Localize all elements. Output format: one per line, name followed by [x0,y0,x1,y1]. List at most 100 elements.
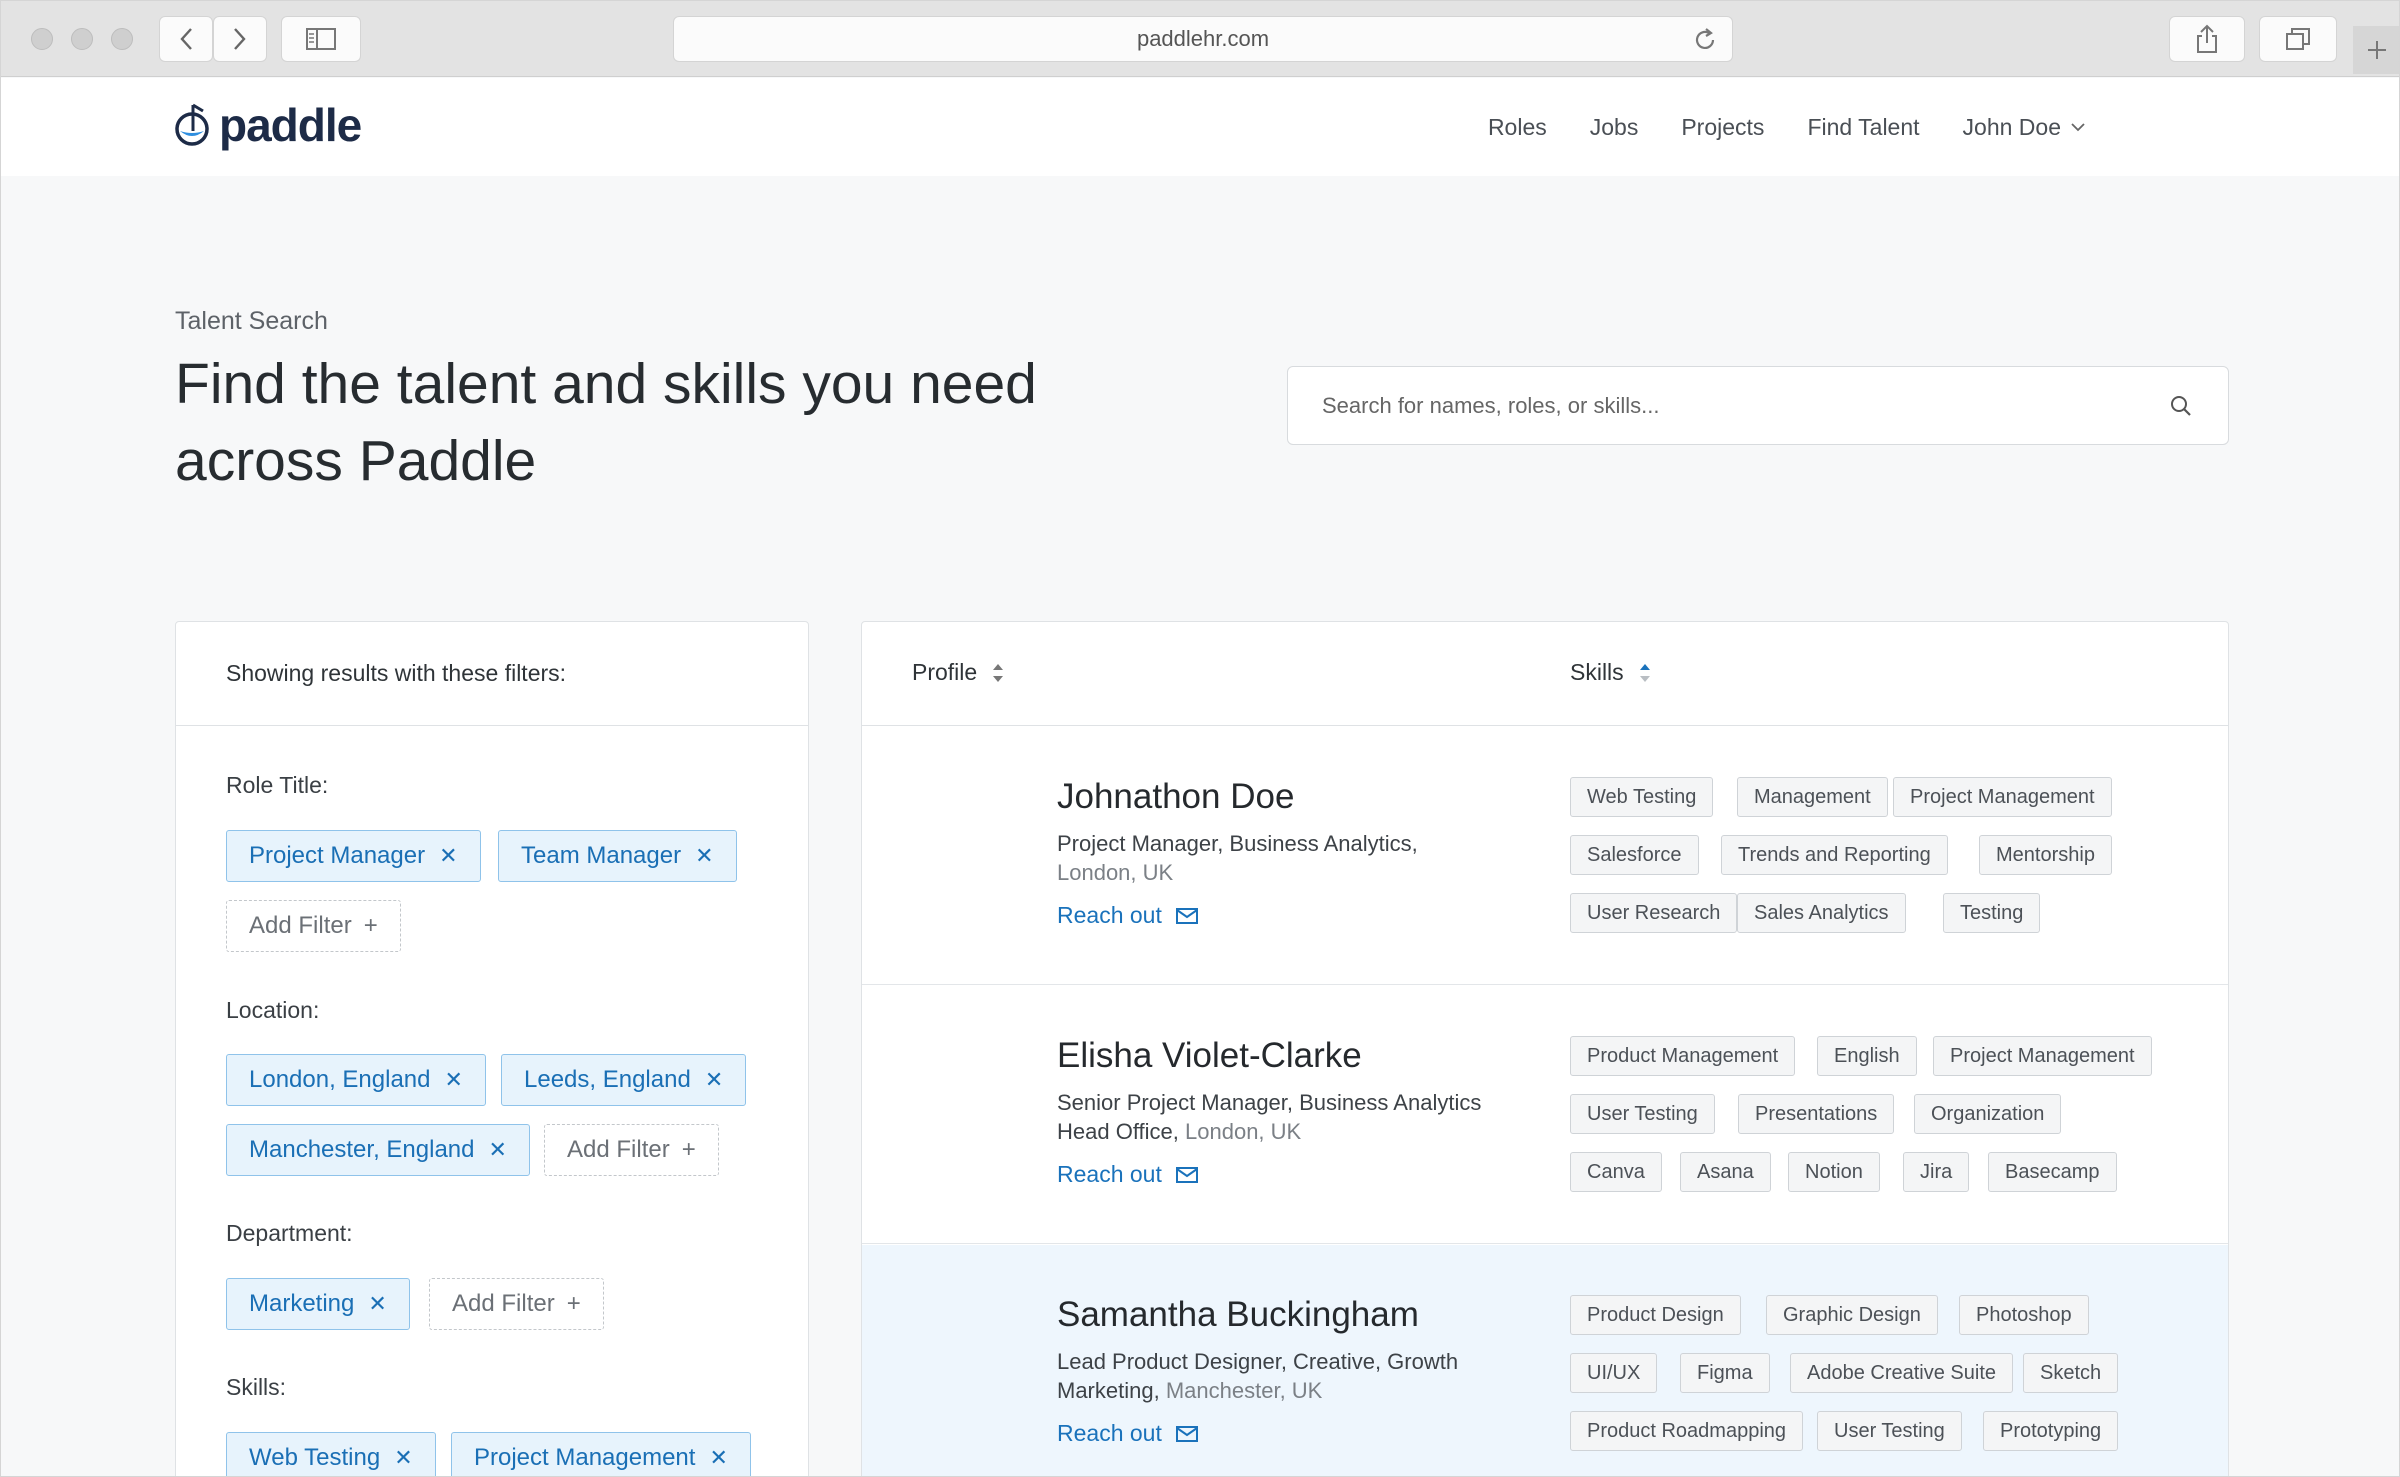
add-filter-button[interactable]: Add Filter + [544,1124,719,1176]
filter-label-department: Department: [226,1220,353,1246]
reach-out-link[interactable]: Reach out [1057,1420,1198,1447]
search-icon[interactable] [2170,395,2192,417]
filter-chip[interactable]: Marketing ✕ [226,1278,410,1330]
skill-tag: Notion [1788,1152,1880,1192]
results-header: Profile Skills [862,622,2228,726]
search-input[interactable] [1322,392,2122,419]
skill-tag: Product Design [1570,1295,1741,1335]
site-header: paddle Roles Jobs Projects Find Talent J… [1,78,2399,176]
remove-chip-icon[interactable]: ✕ [695,843,713,869]
person-role: Lead Product Designer, Creative, Growth … [1057,1347,1517,1405]
minimize-window-button[interactable] [71,28,93,50]
person-name[interactable]: Samantha Buckingham [1057,1295,1419,1335]
brand-name: paddle [219,99,362,151]
chevron-left-icon [180,28,192,50]
person-role: Project Manager, Business Analytics, Lon… [1057,829,1517,887]
nav-link-find-talent[interactable]: Find Talent [1807,114,1919,141]
zoom-window-button[interactable] [111,28,133,50]
share-button[interactable] [2169,16,2245,62]
remove-chip-icon[interactable]: ✕ [445,1067,463,1093]
reach-out-label: Reach out [1057,1420,1162,1446]
mail-icon [1175,1166,1198,1183]
filter-chip[interactable]: Manchester, England ✕ [226,1124,530,1176]
filter-chip[interactable]: Leeds, England ✕ [501,1054,747,1106]
skill-tag: Product Management [1570,1036,1796,1076]
filters-heading: Showing results with these filters: [176,622,808,726]
browser-toolbar: paddlehr.com [1,1,2399,77]
nav-link-projects[interactable]: Projects [1681,114,1764,141]
filter-chip[interactable]: London, England ✕ [226,1054,486,1106]
paddle-logo-icon [175,103,209,146]
remove-chip-icon[interactable]: ✕ [368,1291,386,1317]
add-filter-button[interactable]: Add Filter + [429,1278,604,1330]
skill-tag: Prototyping [1983,1411,2119,1451]
sort-ascending-icon [1639,663,1650,682]
new-tab-button[interactable] [2353,26,2399,74]
person-name[interactable]: Elisha Violet-Clarke [1057,1036,1362,1076]
skill-tag: Presentations [1738,1094,1895,1134]
url-text: paddlehr.com [1136,26,1270,51]
skill-tag: Testing [1943,893,2041,933]
sidebar-toggle-button[interactable] [281,16,361,62]
filter-chip[interactable]: Web Testing ✕ [226,1432,436,1476]
add-filter-label: Add Filter [452,1290,555,1317]
result-row[interactable]: Johnathon Doe Project Manager, Business … [862,727,2228,985]
chevron-right-icon [234,28,246,50]
filter-label-role-title: Role Title: [226,772,329,798]
tabs-overview-button[interactable] [2259,16,2337,62]
tabs-icon [2286,28,2310,50]
forward-button[interactable] [213,16,267,62]
remove-chip-icon[interactable]: ✕ [705,1067,723,1093]
plus-icon [2368,41,2386,59]
close-window-button[interactable] [31,28,53,50]
remove-chip-icon[interactable]: ✕ [439,843,457,869]
skill-tag: Figma [1680,1353,1770,1393]
mail-icon [1175,1425,1198,1442]
skill-tag: UI/UX [1570,1353,1658,1393]
address-bar[interactable]: paddlehr.com [673,16,1733,62]
column-profile-label: Profile [912,659,978,685]
user-menu[interactable]: John Doe [1963,114,2085,141]
filter-label-skills: Skills: [226,1374,287,1400]
skill-tag: Salesforce [1570,835,1699,875]
chip-label: Web Testing [249,1444,381,1471]
paddle-logo[interactable]: paddle [173,98,362,152]
skill-tag: Sales Analytics [1737,893,1906,933]
result-row[interactable]: Samantha Buckingham Lead Product Designe… [862,1245,2228,1476]
nav-link-jobs[interactable]: Jobs [1590,114,1639,141]
skill-tag: Project Management [1893,777,2112,817]
nav-link-roles[interactable]: Roles [1488,114,1547,141]
share-icon [2197,24,2217,53]
filter-chip[interactable]: Project Management ✕ [451,1432,751,1476]
reach-out-link[interactable]: Reach out [1057,1161,1198,1188]
remove-chip-icon[interactable]: ✕ [488,1137,506,1163]
sort-by-profile[interactable]: Profile [912,659,1005,686]
remove-chip-icon[interactable]: ✕ [709,1445,727,1471]
sort-by-skills[interactable]: Skills [1570,659,1652,686]
result-row[interactable]: Elisha Violet-Clarke Senior Project Mana… [862,986,2228,1244]
main-nav: Roles Jobs Projects Find Talent John Doe [1488,78,2085,176]
person-name[interactable]: Johnathon Doe [1057,777,1294,817]
add-filter-button[interactable]: Add Filter + [226,900,401,952]
sidebar-icon [306,28,336,50]
add-filter-label: Add Filter [567,1136,670,1163]
location-text: London, UK [1057,860,1174,885]
page-title: Find the talent and skills you need acro… [175,352,1037,493]
page-eyebrow: Talent Search [175,307,328,335]
reach-out-link[interactable]: Reach out [1057,902,1198,929]
reload-icon[interactable] [1692,27,1718,53]
filter-chip[interactable]: Project Manager ✕ [226,830,481,882]
reach-out-label: Reach out [1057,1161,1162,1187]
skill-tag: Product Roadmapping [1570,1411,1804,1451]
skill-tag: User Research [1570,893,1738,933]
filter-chip[interactable]: Team Manager ✕ [498,830,737,882]
remove-chip-icon[interactable]: ✕ [394,1445,412,1471]
skill-tag: Basecamp [1988,1152,2117,1192]
location-text: Manchester, UK [1165,1378,1323,1403]
mail-icon [1175,907,1198,924]
back-button[interactable] [159,16,213,62]
reach-out-label: Reach out [1057,902,1162,928]
chip-label: Team Manager [521,842,682,869]
skill-tag: User Testing [1570,1094,1715,1134]
talent-search-box [1287,366,2229,445]
